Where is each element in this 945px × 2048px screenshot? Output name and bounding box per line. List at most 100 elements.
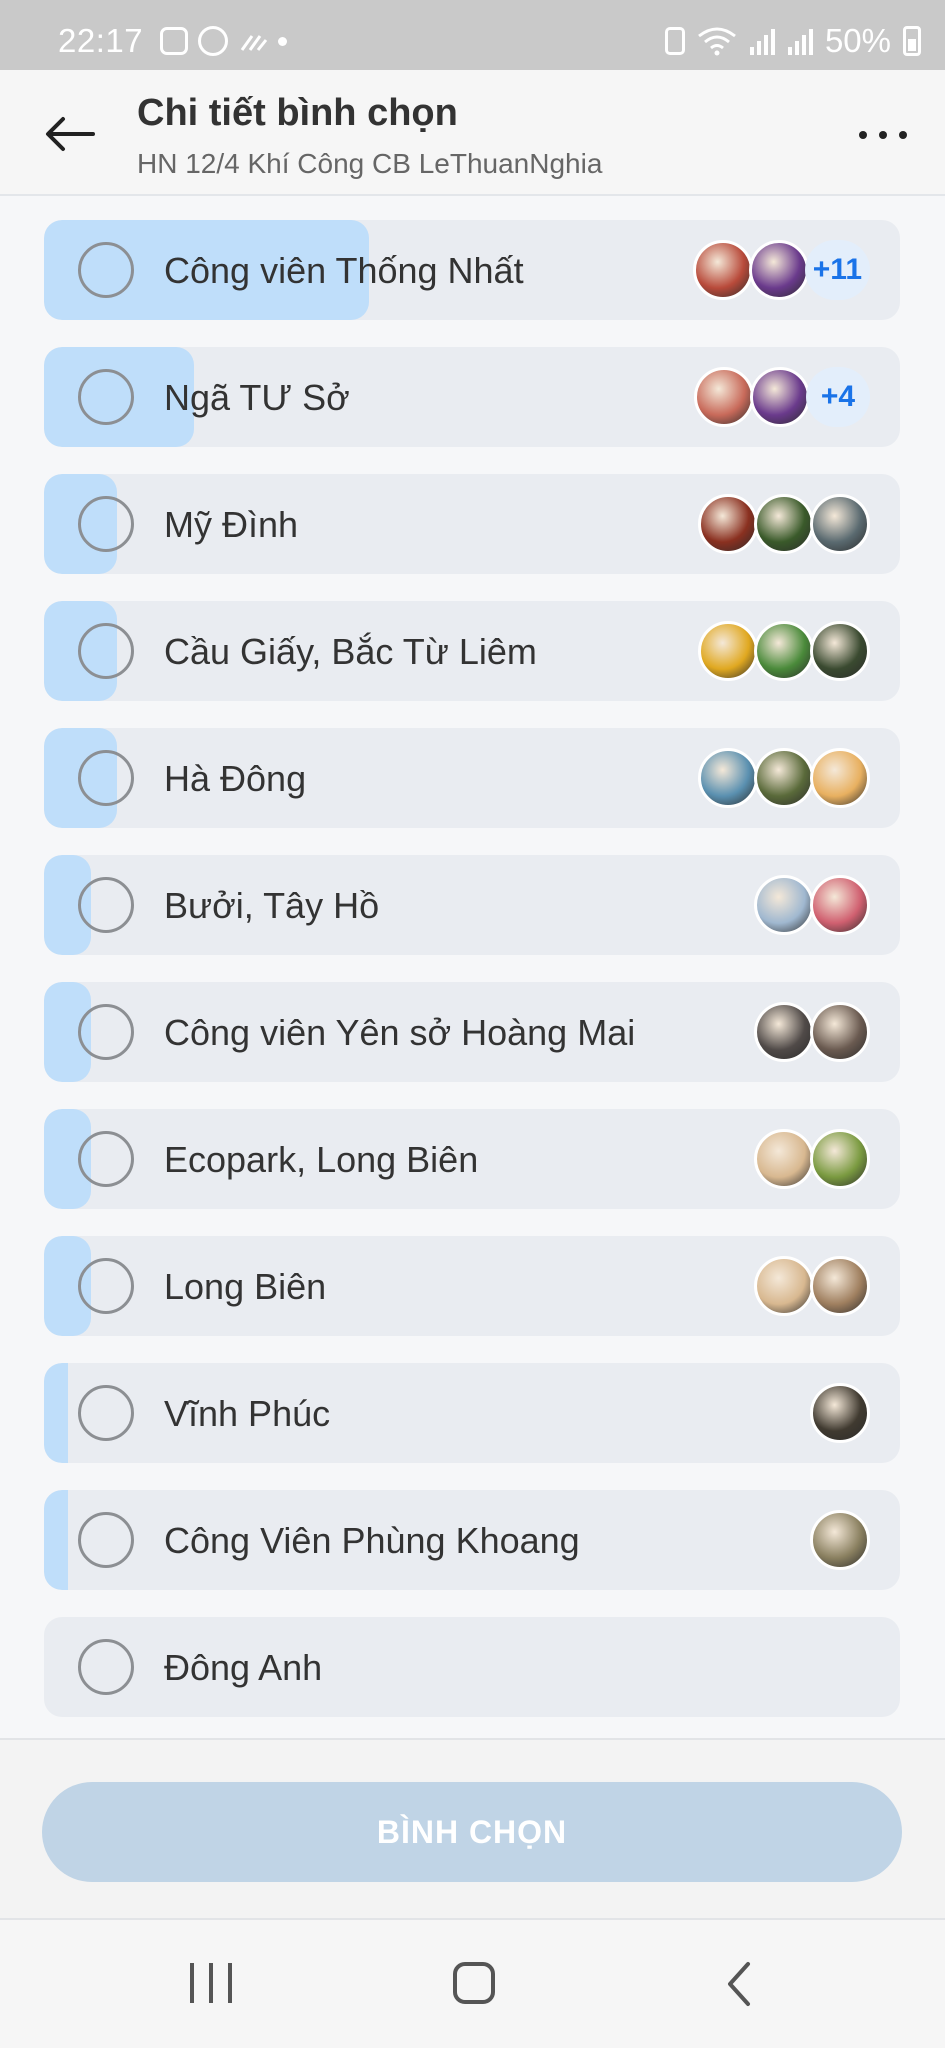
avatar [810,494,870,554]
more-options-button[interactable] [851,115,915,155]
voter-avatars[interactable]: +4 [694,367,870,427]
battery-icon [903,26,921,56]
avatar [750,367,810,427]
avatar [754,875,814,935]
voter-avatars[interactable]: +11 [692,240,870,300]
app-header: Chi tiết bình chọn HN 12/4 Khí Công CB L… [0,70,945,196]
radio-button[interactable] [78,1512,134,1568]
poll-options-list: Công viên Thống Nhất +11 Ngã TƯ Sở +4 Mỹ Đìn… [44,220,900,1744]
radio-button[interactable] [78,750,134,806]
status-time: 22:17 [58,22,144,59]
signal-lines-icon [240,35,268,51]
avatar [698,621,758,681]
avatar [748,240,809,300]
avatar [810,1383,870,1443]
option-label: Công viên Thống Nhất [164,250,524,291]
avatar [810,1129,870,1189]
voter-avatars[interactable] [810,1383,870,1443]
option-label: Long Biên [164,1266,327,1307]
arrow-left-icon [46,117,95,151]
poll-option[interactable]: Bưởi, Tây Hồ [44,855,900,955]
avatar [698,494,758,554]
recent-apps-button[interactable] [190,1963,232,2003]
more-dot-icon [899,131,907,139]
system-nav-bar [0,1920,945,2048]
poll-option[interactable]: Hà Đông [44,728,900,828]
nav-back-button[interactable] [720,1960,760,2008]
vote-button[interactable]: BÌNH CHỌN [42,1782,902,1882]
signal-icon [787,29,813,55]
option-label: Bưởi, Tây Hồ [164,885,380,926]
avatar [810,748,870,808]
radio-button[interactable] [78,1639,134,1695]
radio-button[interactable] [78,877,134,933]
more-voters-badge[interactable]: +11 [804,240,870,300]
more-voters-badge[interactable]: +4 [806,367,870,427]
vote-progress-bar [44,1490,68,1590]
radio-button[interactable] [78,496,134,552]
option-label: Ecopark, Long Biên [164,1139,479,1180]
option-label: Cầu Giấy, Bắc Từ Liêm [164,631,537,672]
avatar [810,621,870,681]
radio-button[interactable] [78,242,134,298]
back-button[interactable] [40,110,100,158]
poll-option[interactable]: Ngã TƯ Sở +4 [44,347,900,447]
option-label: Công Viên Phùng Khoang [164,1520,580,1561]
voter-avatars[interactable] [754,1256,870,1316]
voter-avatars[interactable] [754,875,870,935]
avatar [810,1510,870,1570]
voter-avatars[interactable] [754,1002,870,1062]
avatar [754,1129,814,1189]
poll-option[interactable]: Ecopark, Long Biên [44,1109,900,1209]
more-dot-icon [859,131,867,139]
vote-progress-bar [44,1363,68,1463]
status-bar: 22:17 50% [0,0,945,70]
more-dot-icon [879,131,887,139]
poll-option[interactable]: Công viên Yên sở Hoàng Mai [44,982,900,1082]
radio-button[interactable] [78,1385,134,1441]
viber-icon [198,26,228,56]
voter-avatars[interactable] [698,621,870,681]
avatar [754,1002,814,1062]
option-label: Mỹ Đình [164,504,299,545]
option-label: Hà Đông [164,758,307,799]
radio-button[interactable] [78,623,134,679]
status-icons-right: 50% [664,22,921,60]
radio-button[interactable] [78,1131,134,1187]
avatar [754,1256,814,1316]
avatar [694,367,754,427]
picture-icon [160,27,188,55]
poll-option[interactable]: Mỹ Đình [44,474,900,574]
option-label: Công viên Yên sở Hoàng Mai [164,1012,636,1053]
avatar [754,494,814,554]
home-button[interactable] [453,1962,495,2004]
status-icons-left [160,26,287,56]
wifi-icon [698,27,736,56]
poll-option[interactable]: Đông Anh [44,1617,900,1717]
avatar [810,1002,870,1062]
poll-option[interactable]: Công Viên Phùng Khoang [44,1490,900,1590]
voter-avatars[interactable] [698,748,870,808]
voter-avatars[interactable] [754,1129,870,1189]
option-label: Vĩnh Phúc [164,1393,331,1434]
dot-icon [278,36,287,46]
avatar [810,1256,870,1316]
radio-button[interactable] [78,369,134,425]
signal-icon [749,29,775,55]
poll-option[interactable]: Vĩnh Phúc [44,1363,900,1463]
battery-saver-icon [664,27,685,55]
page-subtitle: HN 12/4 Khí Công CB LeThuanNghia [137,148,603,179]
radio-button[interactable] [78,1004,134,1060]
avatar [754,748,814,808]
page-title: Chi tiết bình chọn [137,92,458,134]
voter-avatars[interactable] [810,1510,870,1570]
avatar [698,748,758,808]
poll-option[interactable]: Cầu Giấy, Bắc Từ Liêm [44,601,900,701]
avatar [754,621,814,681]
poll-option[interactable]: Công viên Thống Nhất +11 [44,220,900,320]
voter-avatars[interactable] [698,494,870,554]
option-label: Ngã TƯ Sở [164,377,350,418]
poll-option[interactable]: Long Biên [44,1236,900,1336]
battery-percent: 50% [824,22,891,59]
radio-button[interactable] [78,1258,134,1314]
